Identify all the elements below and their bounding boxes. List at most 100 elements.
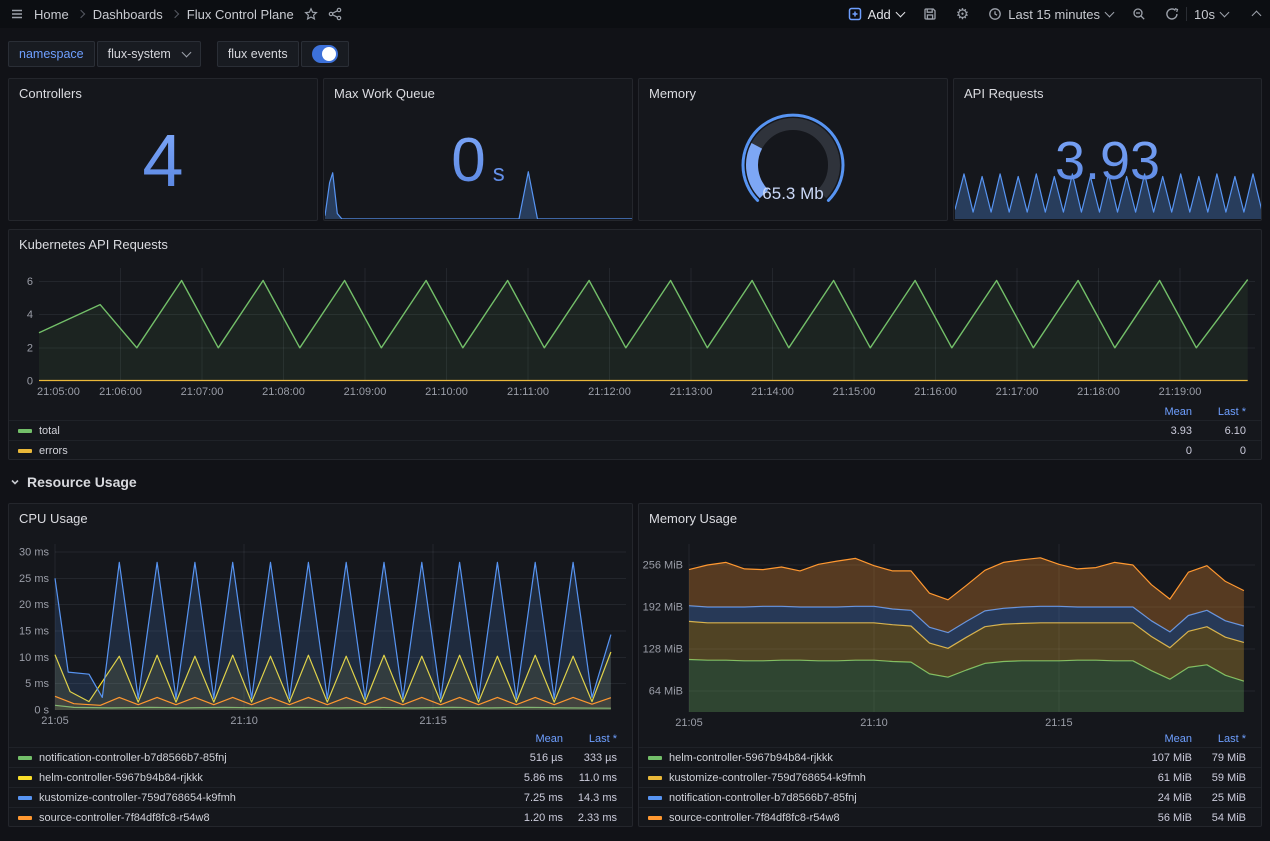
panel-memory-usage: Memory Usage 64 MiB128 MiB192 MiB256 MiB… bbox=[638, 503, 1262, 827]
series-value: 59 MiB bbox=[1192, 772, 1246, 784]
save-dashboard-button[interactable] bbox=[923, 7, 937, 21]
collapse-controls-button[interactable] bbox=[1253, 11, 1260, 18]
chevron-down-icon bbox=[1105, 7, 1115, 17]
svg-text:65.3 Mb: 65.3 Mb bbox=[762, 184, 823, 203]
namespace-variable-label[interactable]: namespace bbox=[8, 41, 95, 67]
breadcrumb: Home Dashboards Flux Control Plane bbox=[34, 7, 294, 22]
refresh-dashboard-button[interactable] bbox=[1165, 7, 1179, 21]
namespace-variable-value: flux-system bbox=[108, 47, 171, 61]
breadcrumb-item-home[interactable]: Home bbox=[34, 7, 69, 22]
series-label[interactable]: kustomize-controller-759d768654-k9fmh bbox=[39, 792, 236, 804]
svg-text:64 MiB: 64 MiB bbox=[649, 686, 683, 698]
series-color-marker bbox=[648, 796, 662, 800]
toggle-knob bbox=[322, 47, 336, 61]
legend-row: source-controller-7f84df8fc8-r54w81.20 m… bbox=[9, 807, 632, 827]
breadcrumb-item-dashboards[interactable]: Dashboards bbox=[93, 7, 163, 22]
memory-usage-chart[interactable]: 64 MiB128 MiB192 MiB256 MiB21:0521:1021:… bbox=[639, 532, 1261, 727]
series-label[interactable]: source-controller-7f84df8fc8-r54w8 bbox=[39, 812, 210, 824]
panel-controllers: Controllers 4 bbox=[8, 78, 318, 221]
svg-text:21:05:00: 21:05:00 bbox=[37, 386, 80, 398]
kubernetes-api-requests-chart[interactable]: 642021:05:0021:06:0021:07:0021:08:0021:0… bbox=[9, 256, 1261, 402]
series-label[interactable]: kustomize-controller-759d768654-k9fmh bbox=[669, 772, 866, 784]
legend-row: kustomize-controller-759d768654-k9fmh 7.2… bbox=[9, 787, 632, 807]
series-value: 7.25 ms bbox=[509, 792, 563, 804]
chevron-up-icon bbox=[1252, 10, 1262, 20]
legend-table: MeanLast *total3.936.10errors00 bbox=[9, 403, 1261, 460]
series-label[interactable]: notification-controller-b7d8566b7-85fnj bbox=[39, 752, 227, 764]
series-value: 3.93 bbox=[1138, 425, 1192, 437]
zoom-out-time-button[interactable] bbox=[1132, 7, 1146, 21]
series-label[interactable]: helm-controller-5967b94b84-rjkkk bbox=[39, 772, 203, 784]
panel-cpu-usage: CPU Usage 0 s5 ms10 ms15 ms20 ms25 ms30 … bbox=[8, 503, 633, 827]
series-color-marker bbox=[18, 449, 32, 453]
series-label[interactable]: helm-controller-5967b94b84-rjkkk bbox=[669, 752, 833, 764]
svg-text:5 ms: 5 ms bbox=[25, 678, 49, 690]
toggle-switch[interactable] bbox=[312, 45, 338, 63]
panel-memory-gauge: Memory 65.3 Mb bbox=[638, 78, 948, 221]
panel-title[interactable]: Kubernetes API Requests bbox=[9, 230, 1261, 259]
flux-events-label: flux events bbox=[217, 41, 299, 67]
legend-sort-mean[interactable]: Mean bbox=[1138, 733, 1192, 745]
legend-sort-mean[interactable]: Mean bbox=[1138, 406, 1192, 418]
legend-row: notification-controller-b7d8566b7-85fnj5… bbox=[9, 747, 632, 767]
legend-row: notification-controller-b7d8566b7-85fnj 2… bbox=[639, 787, 1261, 807]
add-panel-icon bbox=[848, 7, 862, 21]
series-value: 107 MiB bbox=[1138, 752, 1192, 764]
share-dashboard-button[interactable] bbox=[328, 7, 342, 21]
svg-text:25 ms: 25 ms bbox=[19, 573, 49, 585]
flux-events-toggle[interactable] bbox=[301, 41, 349, 67]
series-color-marker bbox=[18, 816, 32, 820]
svg-text:6: 6 bbox=[27, 276, 33, 288]
memory-gauge[interactable]: 65.3 Mb bbox=[639, 103, 947, 215]
favorite-dashboard-button[interactable] bbox=[304, 7, 318, 21]
legend-row: helm-controller-5967b94b84-rjkkk5.86 ms1… bbox=[9, 767, 632, 787]
panel-title[interactable]: CPU Usage bbox=[9, 504, 632, 533]
series-label[interactable]: errors bbox=[39, 445, 68, 457]
svg-text:4: 4 bbox=[27, 309, 33, 321]
svg-text:21:15: 21:15 bbox=[419, 715, 447, 727]
series-color-marker bbox=[648, 776, 662, 780]
chevron-down-icon bbox=[181, 47, 191, 57]
breadcrumb-item-current[interactable]: Flux Control Plane bbox=[187, 7, 294, 22]
refresh-interval-select[interactable]: 10s bbox=[1194, 7, 1228, 22]
legend-header: MeanLast * bbox=[9, 403, 1261, 420]
dashboard-settings-button[interactable]: ⚙ bbox=[956, 7, 969, 22]
svg-text:21:12:00: 21:12:00 bbox=[588, 386, 631, 398]
svg-text:21:10: 21:10 bbox=[860, 717, 888, 727]
series-label[interactable]: total bbox=[39, 425, 60, 437]
cpu-usage-chart[interactable]: 0 s5 ms10 ms15 ms20 ms25 ms30 ms21:0521:… bbox=[9, 532, 632, 727]
dashboard-controls-row: namespace flux-system flux events bbox=[0, 28, 1270, 67]
section-title: Resource Usage bbox=[27, 474, 137, 490]
series-color-marker bbox=[648, 756, 662, 760]
share-icon bbox=[328, 7, 342, 21]
legend-sort-last[interactable]: Last * bbox=[1192, 733, 1246, 745]
series-label[interactable]: notification-controller-b7d8566b7-85fnj bbox=[669, 792, 857, 804]
add-panel-label: Add bbox=[868, 7, 891, 22]
api-requests-stat-value: 3.93 bbox=[954, 101, 1261, 220]
legend-sort-mean[interactable]: Mean bbox=[509, 733, 563, 745]
series-value: 25 MiB bbox=[1192, 792, 1246, 804]
svg-text:21:15:00: 21:15:00 bbox=[833, 386, 876, 398]
series-value: 6.10 bbox=[1192, 425, 1246, 437]
panel-title[interactable]: Memory Usage bbox=[639, 504, 1261, 533]
svg-text:21:10: 21:10 bbox=[230, 715, 258, 727]
namespace-variable-group: namespace flux-system bbox=[8, 41, 201, 67]
legend-table: MeanLast * notification-controller-b7d856… bbox=[9, 730, 632, 827]
legend-row: source-controller-7f84df8fc8-r54w856 MiB… bbox=[639, 807, 1261, 827]
time-range-picker[interactable]: Last 15 minutes bbox=[988, 7, 1113, 22]
save-icon bbox=[923, 7, 937, 21]
section-resource-usage[interactable]: Resource Usage bbox=[10, 474, 137, 490]
namespace-variable-select[interactable]: flux-system bbox=[97, 41, 201, 67]
series-label[interactable]: source-controller-7f84df8fc8-r54w8 bbox=[669, 812, 840, 824]
series-value: 11.0 ms bbox=[563, 772, 617, 784]
legend-sort-last[interactable]: Last * bbox=[563, 733, 617, 745]
series-color-marker bbox=[18, 796, 32, 800]
menu-toggle-button[interactable] bbox=[10, 7, 24, 21]
svg-text:21:10:00: 21:10:00 bbox=[425, 386, 468, 398]
add-panel-button[interactable]: Add bbox=[848, 7, 904, 22]
svg-text:21:16:00: 21:16:00 bbox=[914, 386, 957, 398]
series-value: 2.33 ms bbox=[563, 812, 617, 824]
series-value: 79 MiB bbox=[1192, 752, 1246, 764]
svg-text:128 MiB: 128 MiB bbox=[643, 644, 683, 656]
legend-sort-last[interactable]: Last * bbox=[1192, 406, 1246, 418]
